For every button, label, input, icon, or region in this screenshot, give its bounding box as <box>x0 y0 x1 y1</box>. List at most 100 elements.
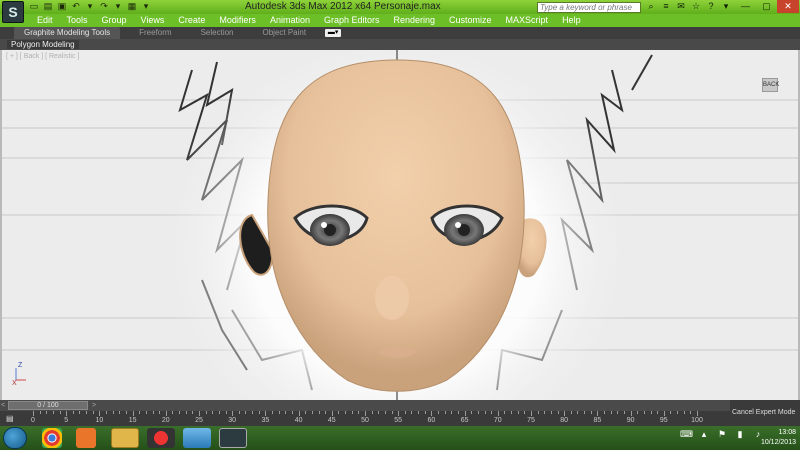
menu-modifiers[interactable]: Modifiers <box>212 14 263 27</box>
trackbar-tick <box>278 411 280 414</box>
menu-maxscript[interactable]: MAXScript <box>499 14 556 27</box>
trackbar-tick <box>212 411 214 414</box>
dropdown-icon[interactable]: ▾ <box>720 1 732 12</box>
curve-editor-icon[interactable]: ▤ <box>6 414 18 423</box>
trackbar-tick <box>185 411 187 414</box>
show-hidden-icon[interactable]: ▴ <box>698 429 710 439</box>
trackbar-tick <box>345 411 347 414</box>
trackbar-tick <box>285 411 287 414</box>
trackbar-tick <box>657 411 659 414</box>
start-button[interactable] <box>3 427 27 449</box>
keyboard-icon[interactable]: ⌨ <box>680 429 693 439</box>
binoculars-icon[interactable]: ⌕ <box>645 1 657 12</box>
trackbar-tick <box>623 411 625 414</box>
help-toolbar: ⌕ ≡ ✉ ☆ ? ▾ <box>645 1 732 12</box>
trackbar-tick <box>106 411 108 414</box>
minimize-button[interactable]: — <box>735 0 756 13</box>
cancel-expert-mode-button[interactable]: Cancel Expert Mode <box>732 409 795 416</box>
save-icon[interactable]: ▣ <box>56 1 68 12</box>
trackbar-tick <box>199 411 200 416</box>
trackbar-tick-label: 85 <box>593 417 602 424</box>
network-icon[interactable]: ▮ <box>734 429 746 439</box>
polygon-modeling-panel-button[interactable]: Polygon Modeling <box>7 40 79 49</box>
trackbar-tick <box>318 411 320 414</box>
close-button[interactable]: ✕ <box>777 0 799 13</box>
trackbar-tick <box>33 411 34 416</box>
axis-x-label: X <box>12 380 17 387</box>
viewport-label[interactable]: [ + ] [ Back ] [ Realistic ] <box>6 53 79 60</box>
tab-freeform[interactable]: Freeform <box>129 27 181 39</box>
trackbar-tick <box>683 411 685 414</box>
folder-icon[interactable] <box>111 428 139 448</box>
trackbar-tick <box>670 411 672 414</box>
time-slider[interactable]: < 0 / 100 > <box>0 400 800 411</box>
star-icon[interactable]: ☆ <box>690 1 702 12</box>
help-icon[interactable]: ? <box>705 1 717 12</box>
menu-customize[interactable]: Customize <box>442 14 499 27</box>
image-viewer-icon[interactable] <box>183 428 211 448</box>
trackbar-tick <box>610 411 612 414</box>
project-folder-icon[interactable]: ▦ <box>126 1 138 12</box>
trackbar-tick <box>298 411 300 416</box>
viewport[interactable]: Z X [ + ] [ Back ] [ Realistic ] BACK <box>0 50 800 400</box>
dropdown-icon[interactable]: ▾ <box>140 1 152 12</box>
3dsmax-icon[interactable] <box>219 428 247 448</box>
menu-graph-editors[interactable]: Graph Editors <box>317 14 387 27</box>
menu-create[interactable]: Create <box>171 14 212 27</box>
tab-selection[interactable]: Selection <box>191 27 244 39</box>
time-slider-handle[interactable]: 0 / 100 <box>8 401 88 410</box>
trackbar-tick <box>192 411 194 414</box>
ribbon-panel: Polygon Modeling <box>0 39 800 50</box>
menu-help[interactable]: Help <box>555 14 588 27</box>
slider-next-button[interactable]: > <box>92 401 98 410</box>
trackbar-tick <box>604 411 606 414</box>
menu-tools[interactable]: Tools <box>60 14 95 27</box>
trackbar-tick <box>584 411 586 414</box>
tab-graphite-modeling-tools[interactable]: Graphite Modeling Tools <box>14 27 121 39</box>
trackbar-tick <box>66 411 68 416</box>
axis-gizmo: Z X <box>12 362 26 387</box>
viewport-scene: Z X <box>2 50 798 400</box>
quick-access-toolbar: ▭ ▤ ▣ ↶ ▾ ↷ ▾ ▦ ▾ <box>28 1 152 13</box>
menu-animation[interactable]: Animation <box>263 14 317 27</box>
search-input[interactable]: Type a keyword or phrase <box>537 2 641 13</box>
trackbar-tick <box>617 411 619 414</box>
red-app-icon[interactable] <box>147 428 175 448</box>
trackbar-tick <box>537 411 539 414</box>
clock-time: 13:08 <box>778 429 796 436</box>
trackbar-tick <box>351 411 353 414</box>
trackbar-tick <box>504 411 506 414</box>
menu-group[interactable]: Group <box>95 14 134 27</box>
redo-icon[interactable]: ↷ <box>98 1 110 12</box>
tab-object-paint[interactable]: Object Paint <box>253 27 317 39</box>
clock[interactable]: 13:08 10/12/2013 <box>748 428 796 448</box>
undo-icon[interactable]: ↶ <box>70 1 82 12</box>
nose <box>375 276 409 320</box>
trackbar[interactable]: ▤ 0 5 10 15 20 25 30 35 40 45 50 55 60 65 70 75 80 85 90 95… <box>0 411 730 426</box>
chrome-icon[interactable] <box>42 428 62 448</box>
maximize-button[interactable]: ▢ <box>756 0 777 13</box>
dropdown-icon[interactable]: ▾ <box>112 1 124 12</box>
trackbar-tick <box>570 411 572 414</box>
trackbar-tick-label: 100 <box>691 417 703 424</box>
trackbar-tick <box>99 411 101 416</box>
viewcube[interactable]: BACK <box>762 78 779 92</box>
subscription-icon[interactable]: ≡ <box>660 1 672 12</box>
dropdown-icon[interactable]: ▾ <box>84 1 96 12</box>
slider-prev-button[interactable]: < <box>1 401 7 410</box>
ribbon-minimize-button[interactable]: ▬▾ <box>325 29 342 37</box>
menu-views[interactable]: Views <box>134 14 172 27</box>
new-file-icon[interactable]: ▭ <box>28 1 40 12</box>
trackbar-tick <box>331 411 333 416</box>
flag-icon[interactable]: ⚑ <box>716 429 728 439</box>
open-file-icon[interactable]: ▤ <box>42 1 54 12</box>
menu-edit[interactable]: Edit <box>30 14 60 27</box>
communication-icon[interactable]: ✉ <box>675 1 687 12</box>
trackbar-tick-label: 95 <box>659 417 668 424</box>
trackbar-tick-label: 55 <box>394 417 403 424</box>
media-player-icon[interactable] <box>76 428 96 448</box>
app-menu-icon[interactable]: S <box>2 1 24 23</box>
menu-rendering[interactable]: Rendering <box>387 14 443 27</box>
trackbar-tick-label: 40 <box>294 417 303 424</box>
trackbar-tick <box>677 411 679 414</box>
